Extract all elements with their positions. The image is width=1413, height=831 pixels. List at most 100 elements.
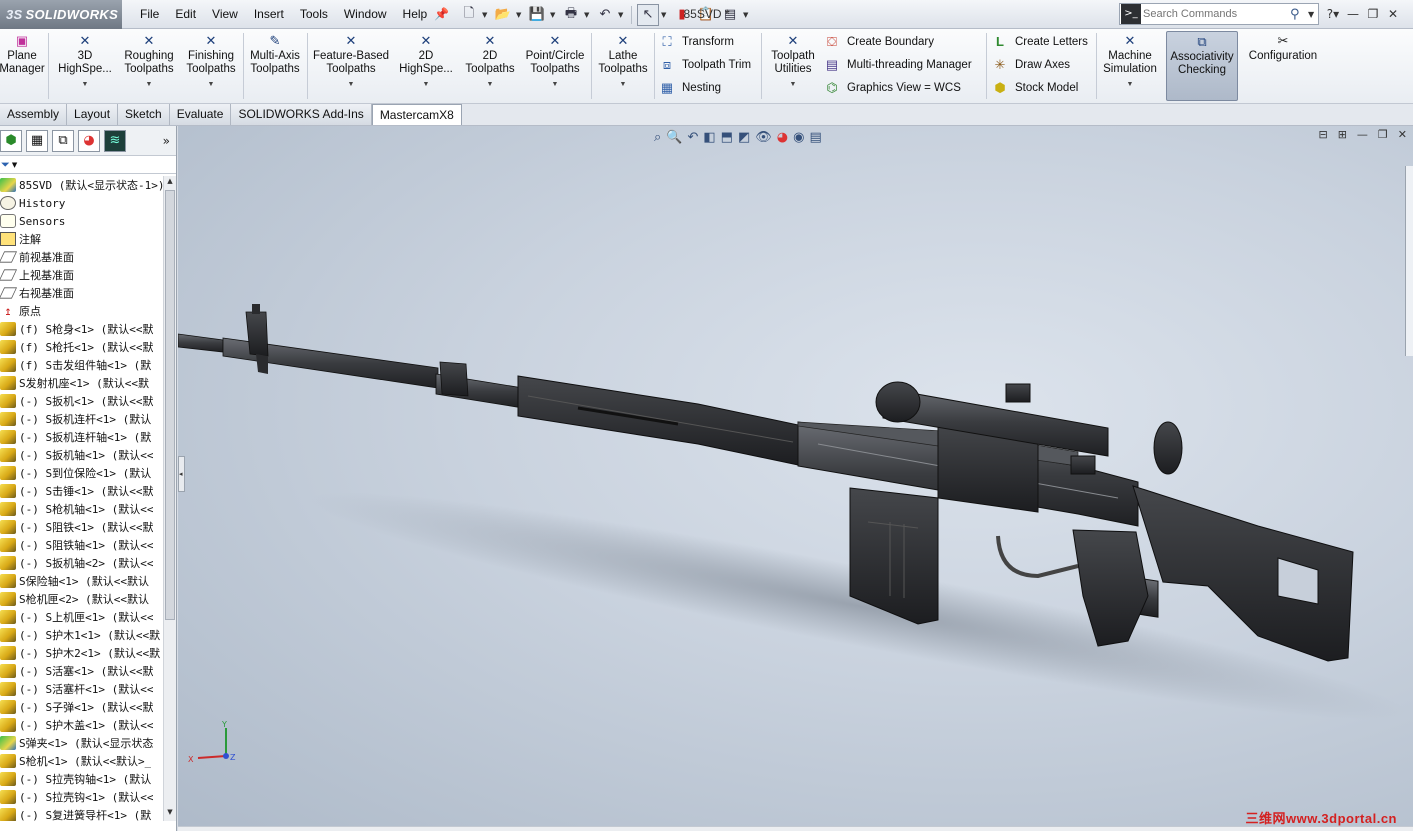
chevron-down-icon[interactable]: ▼ — [552, 78, 559, 91]
tree-node[interactable]: (-) S护木2<1> (默认<<默 — [0, 644, 163, 662]
tree-filter[interactable]: ⏷ ▼ — [0, 156, 176, 174]
3d-highspeed-button[interactable]: ✕ 3D HighSpe... ▼ — [56, 33, 114, 99]
scope-turret[interactable] — [1005, 383, 1031, 403]
hide-show-items-icon[interactable]: 👁 — [755, 130, 772, 145]
graphics-area[interactable]: ⌕ 🔍 ↶ ◧ ⬒ ◩ 👁 ◕ ◉ ▤ ⊟ ⊞ — ❐ ✕ ◂ Y X Z 三维… — [178, 126, 1413, 831]
tree-node[interactable]: 前视基准面 — [0, 248, 163, 266]
nesting-button[interactable]: ▦ Nesting — [658, 78, 721, 98]
menu-view[interactable]: View — [204, 0, 246, 29]
tree-scrollbar[interactable]: ▲ ▼ — [163, 176, 176, 821]
viewport-minimize-icon[interactable]: — — [1357, 128, 1368, 141]
scope-side-turret[interactable] — [1070, 455, 1096, 475]
front-sight[interactable] — [245, 311, 269, 357]
collapse-panel-handle[interactable]: ◂ — [178, 456, 185, 492]
tree-node[interactable]: (-) S扳机轴<2> (默认<< — [0, 554, 163, 572]
barrel[interactable] — [178, 333, 224, 353]
tree-node[interactable]: (-) S阻铁<1> (默认<<默 — [0, 518, 163, 536]
scroll-up-icon[interactable]: ▲ — [165, 177, 175, 189]
property-manager-tab-icon[interactable]: ▦ — [26, 129, 48, 152]
menu-edit[interactable]: Edit — [167, 0, 204, 29]
finishing-toolpaths-button[interactable]: ✕ Finishing Toolpaths ▼ — [182, 33, 240, 99]
select-dropdown-icon[interactable]: ▼ — [661, 11, 669, 19]
menu-file[interactable]: File — [132, 0, 167, 29]
tree-node[interactable]: (-) S扳机连杆轴<1> (默 — [0, 428, 163, 446]
open-icon[interactable]: 📂 — [492, 4, 514, 26]
menu-window[interactable]: Window — [336, 0, 395, 29]
tab-assembly[interactable]: Assembly — [0, 104, 68, 125]
tree-node[interactable]: 右视基准面 — [0, 284, 163, 302]
tree-node[interactable]: S弹夹<1> (默认<显示状态 — [0, 734, 163, 752]
scope-eyepiece[interactable] — [1153, 421, 1183, 475]
tile-right-icon[interactable]: ⊞ — [1338, 128, 1347, 141]
create-boundary-button[interactable]: ⛋ Create Boundary — [823, 32, 934, 52]
view-settings-icon[interactable]: ▤ — [809, 130, 821, 145]
chevron-down-icon[interactable]: ▼ — [208, 78, 215, 91]
multi-threading-manager-button[interactable]: ▤ Multi-threading Manager — [823, 55, 972, 75]
associativity-checking-button[interactable]: ⧉ Associativity Checking — [1166, 31, 1238, 101]
minimize-icon[interactable]: — — [1346, 7, 1360, 21]
tab-mastercamx8[interactable]: MastercamX8 — [371, 104, 462, 125]
stock-model-button[interactable]: ⬢ Stock Model — [991, 78, 1078, 98]
gas-block[interactable] — [439, 361, 469, 397]
chevron-down-icon[interactable]: ▼ — [790, 78, 797, 91]
tree-node[interactable]: S枪机匣<2> (默认<<默认 — [0, 590, 163, 608]
select-arrow-icon[interactable]: ↖ — [637, 3, 659, 26]
tree-node[interactable]: (-) S击锤<1> (默认<<默 — [0, 482, 163, 500]
chevron-down-icon[interactable]: ▼ — [423, 78, 430, 91]
search-input[interactable] — [1143, 8, 1290, 20]
tree-node[interactable]: S枪机<1> (默认<<默认>_ — [0, 752, 163, 770]
tree-node[interactable]: Sensors — [0, 212, 163, 230]
tile-left-icon[interactable]: ⊟ — [1318, 128, 1327, 141]
transform-button[interactable]: ⛶ Transform — [658, 32, 734, 52]
zoom-to-fit-icon[interactable]: ⌕ — [654, 130, 661, 145]
pin-icon[interactable]: 📌 — [434, 7, 449, 21]
previous-view-icon[interactable]: ↶ — [687, 130, 698, 145]
tree-node[interactable]: (-) S到位保险<1> (默认 — [0, 464, 163, 482]
tab-sketch[interactable]: Sketch — [118, 104, 170, 125]
search-dropdown-icon[interactable]: ▼ — [1308, 10, 1318, 19]
search-icon[interactable]: ⚲ — [1290, 7, 1308, 22]
chevron-down-icon[interactable]: ▼ — [620, 78, 627, 91]
undo-icon[interactable]: ↶ — [594, 4, 616, 26]
rebuild-icon[interactable]: ▮ — [671, 4, 693, 26]
new-document-icon[interactable]: 🗋 — [458, 4, 480, 26]
roughing-toolpaths-button[interactable]: ✕ Roughing Toolpaths ▼ — [120, 33, 178, 99]
apply-scene-icon[interactable]: ◉ — [793, 130, 804, 145]
tree-node[interactable]: (-) S子弹<1> (默认<<默 — [0, 698, 163, 716]
section-view-icon[interactable]: ◧ — [703, 130, 715, 145]
tree-node[interactable]: (f) S击发组件轴<1> (默 — [0, 356, 163, 374]
2d-highspeed-button[interactable]: ✕ 2D HighSpe... ▼ — [397, 33, 455, 99]
edit-appearance-icon[interactable]: ◕ — [777, 130, 788, 145]
view-orientation-icon[interactable]: ⬒ — [721, 130, 733, 145]
menu-help[interactable]: Help — [395, 0, 436, 29]
scroll-thumb[interactable] — [165, 190, 175, 620]
configuration-manager-tab-icon[interactable]: ⧉ — [52, 129, 74, 152]
tree-node[interactable]: (-) S扳机连杆<1> (默认 — [0, 410, 163, 428]
tree-node[interactable]: (f) S枪托<1> (默认<<默 — [0, 338, 163, 356]
feature-based-toolpaths-button[interactable]: ✕ Feature-Based Toolpaths ▼ — [311, 33, 391, 99]
tree-node[interactable]: (-) S枪机轴<1> (默认<< — [0, 500, 163, 518]
tree-node[interactable]: (-) S活塞杆<1> (默认<< — [0, 680, 163, 698]
toolpath-trim-button[interactable]: ⧈ Toolpath Trim — [658, 55, 751, 75]
tree-node[interactable]: ↥ 原点 — [0, 302, 163, 320]
2d-toolpaths-button[interactable]: ✕ 2D Toolpaths ▼ — [461, 33, 519, 99]
options-dropdown-icon[interactable]: ▼ — [743, 11, 751, 19]
tree-node[interactable]: (-) S活塞<1> (默认<<默 — [0, 662, 163, 680]
task-pane-tabs[interactable] — [1405, 166, 1413, 356]
chevron-down-icon[interactable]: ▼ — [1127, 78, 1134, 91]
solidworks-logo[interactable]: 3S SOLIDWORKS — [0, 0, 122, 29]
close-icon[interactable]: ✕ — [1386, 7, 1400, 21]
open-dropdown-icon[interactable]: ▼ — [516, 11, 524, 19]
tree-node[interactable]: 注解 — [0, 230, 163, 248]
tab-solidworks-add-ins[interactable]: SOLIDWORKS Add-Ins — [231, 104, 372, 125]
options-icon[interactable]: ▤ — [719, 4, 741, 26]
tab-evaluate[interactable]: Evaluate — [169, 104, 232, 125]
save-icon[interactable]: 💾 — [526, 4, 548, 26]
tree-node[interactable]: (-) S上机匣<1> (默认<< — [0, 608, 163, 626]
chevron-down-icon[interactable]: ▼ — [487, 78, 494, 91]
tree-node[interactable]: 85SVD (默认<显示状态-1>) — [0, 176, 163, 194]
search-commands[interactable]: >_ ⚲ ▼ — [1119, 3, 1319, 25]
tree-node[interactable]: S保险轴<1> (默认<<默认 — [0, 572, 163, 590]
tree-node[interactable]: 上视基准面 — [0, 266, 163, 284]
create-letters-button[interactable]: L Create Letters — [991, 32, 1088, 52]
